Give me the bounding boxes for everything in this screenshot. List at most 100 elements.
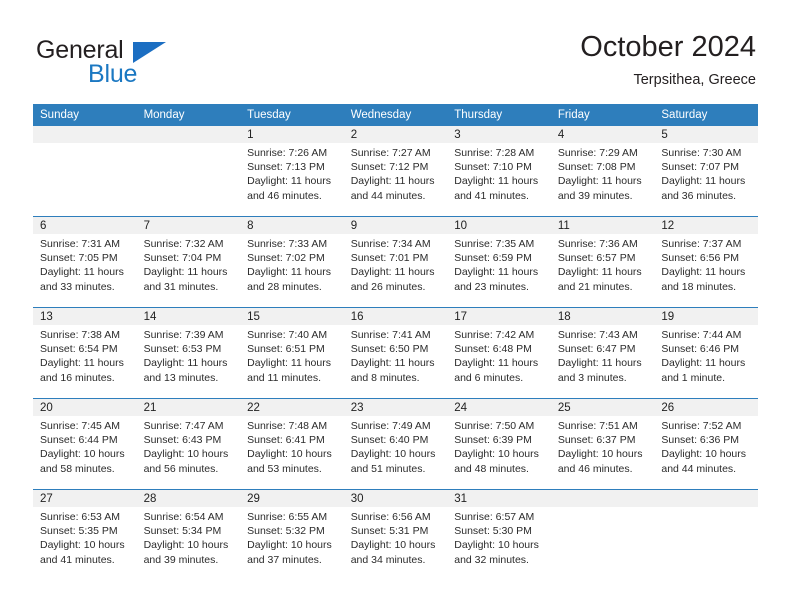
day-cell-inner: 20 Sunrise: 7:45 AM Sunset: 6:44 PM Dayligh…	[33, 399, 137, 489]
day-cell-inner: 11 Sunrise: 7:36 AM Sunset: 6:57 PM Dayligh…	[550, 217, 655, 307]
calendar-week-row: 20 Sunrise: 7:45 AM Sunset: 6:44 PM Dayligh…	[33, 398, 758, 490]
daylight-duration-line2: and 33 minutes.	[40, 280, 115, 293]
sunrise-time: Sunrise: 6:54 AM	[143, 511, 224, 523]
calendar-day-cell[interactable]: 16 Sunrise: 7:41 AM Sunset: 6:50 PM Dayligh…	[343, 307, 448, 399]
calendar-day-cell[interactable]: 22 Sunrise: 7:48 AM Sunset: 6:41 PM Dayligh…	[240, 398, 344, 490]
day-number: 21	[136, 399, 241, 416]
daylight-duration-line1: Daylight: 11 hours	[40, 266, 124, 279]
daylight-duration-line2: and 41 minutes.	[40, 553, 115, 566]
sunrise-time: Sunrise: 7:28 AM	[454, 147, 535, 159]
calendar-day-cell[interactable]: 10 Sunrise: 7:35 AM Sunset: 6:59 PM Dayligh…	[447, 216, 551, 308]
sunset-time: Sunset: 6:39 PM	[454, 434, 532, 447]
day-cell-inner: 6 Sunrise: 7:31 AM Sunset: 7:05 PM Daylight…	[33, 217, 137, 307]
day-details: Sunrise: 7:51 AM Sunset: 6:37 PM Daylight:…	[551, 416, 655, 476]
sunset-time: Sunset: 6:44 PM	[40, 434, 118, 447]
sunset-time: Sunset: 5:31 PM	[350, 525, 429, 538]
daylight-duration-line1: Daylight: 11 hours	[247, 266, 331, 279]
day-cell-inner: 15 Sunrise: 7:40 AM Sunset: 6:51 PM Dayligh…	[240, 308, 344, 398]
sunrise-time: Sunrise: 7:39 AM	[143, 329, 224, 341]
sunrise-time: Sunrise: 7:27 AM	[350, 147, 431, 159]
location-subtitle: Terpsithea, Greece	[633, 72, 756, 88]
calendar-day-cell[interactable]: 5 Sunrise: 7:30 AM Sunset: 7:07 PM Daylight…	[654, 126, 758, 217]
sunrise-time: Sunrise: 6:53 AM	[40, 511, 120, 523]
day-number: 20	[33, 399, 137, 416]
daylight-duration-line1: Daylight: 10 hours	[143, 448, 229, 461]
daylight-duration-line1: Daylight: 11 hours	[350, 266, 435, 279]
daylight-duration-line2: and 48 minutes.	[454, 462, 529, 475]
calendar-day-cell[interactable]: 14 Sunrise: 7:39 AM Sunset: 6:53 PM Dayligh…	[136, 307, 241, 399]
daylight-duration-line2: and 26 minutes.	[350, 280, 426, 293]
sunrise-time: Sunrise: 7:47 AM	[143, 420, 224, 432]
day-number	[33, 126, 137, 143]
day-details: Sunrise: 7:28 AM Sunset: 7:10 PM Daylight:…	[447, 143, 551, 203]
calendar-day-cell[interactable]: 20 Sunrise: 7:45 AM Sunset: 6:44 PM Dayligh…	[33, 398, 137, 490]
day-details: Sunrise: 7:49 AM Sunset: 6:40 PM Daylight:…	[344, 416, 448, 476]
generalblue-logo[interactable]: General Blue	[36, 36, 236, 92]
calendar-day-cell[interactable]: 13 Sunrise: 7:38 AM Sunset: 6:54 PM Dayligh…	[33, 307, 137, 399]
daylight-duration-line2: and 23 minutes.	[454, 280, 529, 293]
calendar-day-cell[interactable]: 6 Sunrise: 7:31 AM Sunset: 7:05 PM Daylight…	[33, 216, 137, 308]
daylight-duration-line1: Daylight: 10 hours	[247, 539, 332, 552]
sunrise-time: Sunrise: 7:49 AM	[350, 420, 431, 432]
calendar-day-cell[interactable]: 27 Sunrise: 6:53 AM Sunset: 5:35 PM Dayligh…	[33, 489, 137, 580]
day-number: 19	[654, 308, 758, 325]
calendar-day-cell[interactable]: 12 Sunrise: 7:37 AM Sunset: 6:56 PM Dayligh…	[654, 216, 758, 308]
calendar-day-cell[interactable]: 15 Sunrise: 7:40 AM Sunset: 6:51 PM Dayligh…	[240, 307, 344, 399]
day-details: Sunrise: 7:37 AM Sunset: 6:56 PM Daylight:…	[654, 234, 758, 294]
day-number: 31	[447, 490, 551, 507]
daylight-duration-line2: and 58 minutes.	[40, 462, 115, 475]
calendar-day-cell[interactable]: 21 Sunrise: 7:47 AM Sunset: 6:43 PM Dayligh…	[136, 398, 241, 490]
calendar-day-cell[interactable]: 28 Sunrise: 6:54 AM Sunset: 5:34 PM Dayligh…	[136, 489, 241, 580]
logo-triangle-icon	[133, 42, 166, 63]
sunrise-time: Sunrise: 7:35 AM	[454, 238, 535, 250]
calendar-day-cell[interactable]: 30 Sunrise: 6:56 AM Sunset: 5:31 PM Dayligh…	[343, 489, 448, 580]
day-cell-inner: 16 Sunrise: 7:41 AM Sunset: 6:50 PM Dayligh…	[343, 308, 448, 398]
sunset-time: Sunset: 5:30 PM	[454, 525, 532, 538]
calendar-day-cell[interactable]: 19 Sunrise: 7:44 AM Sunset: 6:46 PM Dayligh…	[654, 307, 758, 399]
day-details: Sunrise: 7:35 AM Sunset: 6:59 PM Daylight:…	[447, 234, 551, 294]
day-cell-inner: 23 Sunrise: 7:49 AM Sunset: 6:40 PM Dayligh…	[343, 399, 448, 489]
calendar-day-cell[interactable]: 3 Sunrise: 7:28 AM Sunset: 7:10 PM Daylight…	[447, 126, 551, 217]
calendar-body: 1 Sunrise: 7:26 AM Sunset: 7:13 PM Daylight…	[33, 126, 758, 580]
day-details: Sunrise: 7:34 AM Sunset: 7:01 PM Daylight:…	[344, 234, 448, 294]
calendar-day-cell[interactable]: 31 Sunrise: 6:57 AM Sunset: 5:30 PM Dayligh…	[447, 489, 551, 580]
sunrise-time: Sunrise: 6:57 AM	[454, 511, 535, 523]
day-cell-inner	[136, 126, 241, 216]
calendar-day-cell[interactable]: 25 Sunrise: 7:51 AM Sunset: 6:37 PM Dayligh…	[550, 398, 655, 490]
calendar-day-cell[interactable]: 11 Sunrise: 7:36 AM Sunset: 6:57 PM Dayligh…	[550, 216, 655, 308]
daylight-duration-line2: and 39 minutes.	[143, 553, 219, 566]
day-number: 14	[136, 308, 241, 325]
calendar-day-cell[interactable]: 9 Sunrise: 7:34 AM Sunset: 7:01 PM Daylight…	[343, 216, 448, 308]
sunset-time: Sunset: 6:50 PM	[350, 343, 429, 356]
day-number: 11	[550, 217, 655, 234]
logo-text-blue: Blue	[88, 60, 138, 88]
sunset-time: Sunset: 6:36 PM	[661, 434, 740, 447]
calendar-page: General Blue October 2024 Terpsithea, Gr…	[0, 0, 792, 612]
sunset-time: Sunset: 6:54 PM	[40, 343, 118, 356]
calendar-day-cell[interactable]: 4 Sunrise: 7:29 AM Sunset: 7:08 PM Daylight…	[550, 126, 655, 217]
day-cell-inner: 18 Sunrise: 7:43 AM Sunset: 6:47 PM Dayligh…	[550, 308, 655, 398]
calendar-day-cell[interactable]: 7 Sunrise: 7:32 AM Sunset: 7:04 PM Daylight…	[136, 216, 241, 308]
day-cell-inner: 25 Sunrise: 7:51 AM Sunset: 6:37 PM Dayligh…	[550, 399, 655, 489]
sunrise-time: Sunrise: 7:52 AM	[661, 420, 742, 432]
calendar-day-cell[interactable]: 2 Sunrise: 7:27 AM Sunset: 7:12 PM Daylight…	[343, 126, 448, 217]
daylight-duration-line1: Daylight: 11 hours	[40, 357, 124, 370]
sunset-time: Sunset: 7:08 PM	[557, 161, 636, 174]
day-details: Sunrise: 7:39 AM Sunset: 6:53 PM Daylight:…	[137, 325, 241, 385]
daylight-duration-line2: and 36 minutes.	[661, 189, 737, 202]
calendar-day-cell[interactable]: 1 Sunrise: 7:26 AM Sunset: 7:13 PM Daylight…	[240, 126, 344, 217]
calendar-week-row: 13 Sunrise: 7:38 AM Sunset: 6:54 PM Dayligh…	[33, 307, 758, 399]
calendar-day-cell[interactable]: 18 Sunrise: 7:43 AM Sunset: 6:47 PM Dayligh…	[550, 307, 655, 399]
calendar-day-cell[interactable]: 23 Sunrise: 7:49 AM Sunset: 6:40 PM Dayligh…	[343, 398, 448, 490]
calendar-day-cell[interactable]: 17 Sunrise: 7:42 AM Sunset: 6:48 PM Dayligh…	[447, 307, 551, 399]
calendar-day-cell[interactable]: 24 Sunrise: 7:50 AM Sunset: 6:39 PM Dayligh…	[447, 398, 551, 490]
calendar-day-cell[interactable]: 26 Sunrise: 7:52 AM Sunset: 6:36 PM Dayligh…	[654, 398, 758, 490]
sunrise-time: Sunrise: 7:40 AM	[247, 329, 328, 341]
sunrise-time: Sunrise: 7:42 AM	[454, 329, 535, 341]
daylight-duration-line1: Daylight: 11 hours	[661, 357, 746, 370]
daylight-duration-line2: and 32 minutes.	[454, 553, 529, 566]
calendar-day-cell[interactable]: 8 Sunrise: 7:33 AM Sunset: 7:02 PM Daylight…	[240, 216, 344, 308]
day-cell-inner: 9 Sunrise: 7:34 AM Sunset: 7:01 PM Daylight…	[343, 217, 448, 307]
calendar-day-cell[interactable]: 29 Sunrise: 6:55 AM Sunset: 5:32 PM Dayligh…	[240, 489, 344, 580]
sunset-time: Sunset: 6:51 PM	[247, 343, 325, 356]
